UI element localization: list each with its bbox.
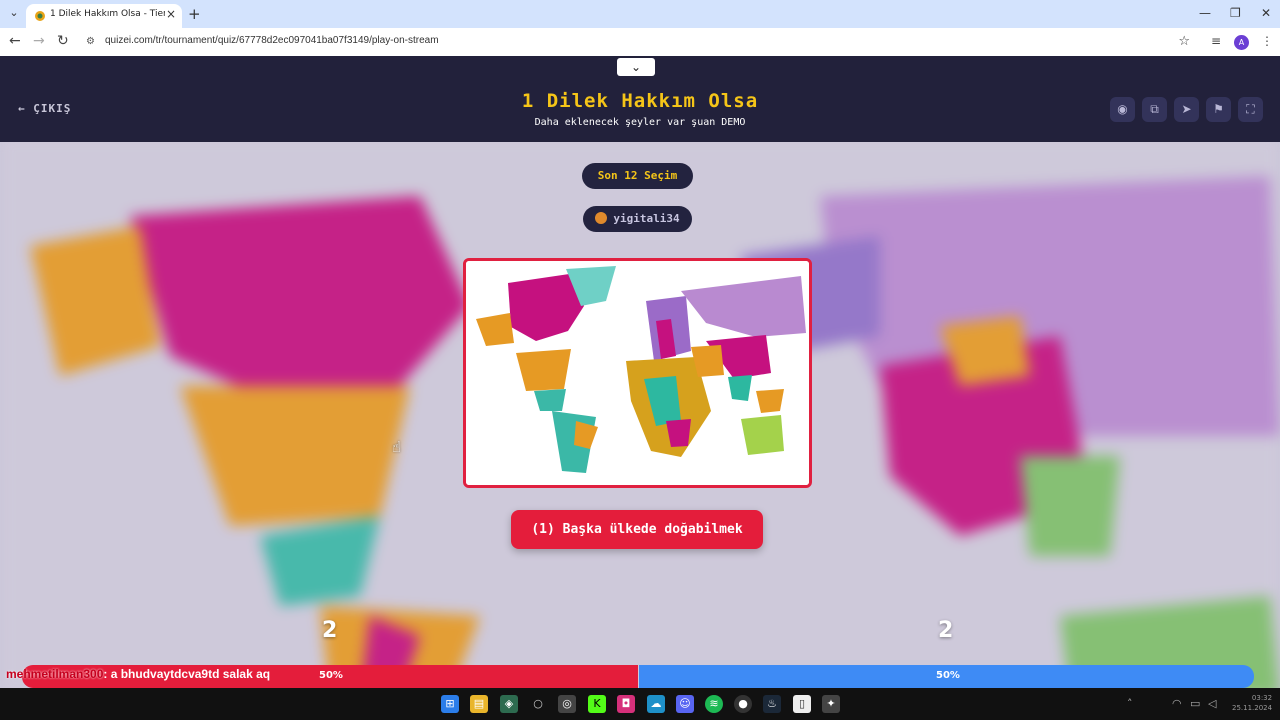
widgets-icon[interactable]: ◈: [500, 695, 518, 713]
search-icon[interactable]: ○: [529, 695, 547, 713]
left-vote-percent: 50%: [319, 670, 343, 681]
left-score: 2: [322, 618, 338, 643]
right-vote-percent: 50%: [936, 670, 960, 681]
browser-toolbar: ← → ↻ ⚙ quizei.com/tr/tournament/quiz/67…: [0, 28, 1280, 56]
round-badge: Son 12 Seçim: [582, 163, 693, 189]
address-bar[interactable]: ⚙ quizei.com/tr/tournament/quiz/67778d2e…: [78, 31, 1200, 53]
quizei-favicon-icon: [35, 11, 45, 21]
exit-label: ÇIKIŞ: [33, 102, 72, 115]
eye-icon[interactable]: ◉: [1110, 97, 1135, 122]
back-icon[interactable]: ←: [9, 34, 21, 48]
fullscreen-icon[interactable]: ⛶: [1238, 97, 1263, 122]
taskbar: ⊞ ▤ ◈ ○ ◎ K ◘ ☁ ☺ ≋ ● ♨ ▯ ✦ ˄ ◠ ▭ ◁: [0, 688, 1280, 720]
quiz-page: ⌄ ← ÇIKIŞ 1 Dilek Hakkım Olsa Daha eklen…: [0, 56, 1280, 688]
collapse-header-button[interactable]: ⌄: [617, 58, 655, 76]
flag-icon[interactable]: ⚑: [1206, 97, 1231, 122]
world-map-image: [466, 261, 809, 485]
arrow-left-icon: ←: [18, 102, 26, 115]
user-badge: yigitali34: [583, 206, 692, 232]
right-score: 2: [938, 618, 954, 643]
obs-icon[interactable]: ●: [734, 695, 752, 713]
tray-chevron-icon[interactable]: ˄: [1127, 697, 1133, 710]
start-icon[interactable]: ⊞: [441, 695, 459, 713]
bookmark-star-icon[interactable]: ☆: [1178, 34, 1190, 49]
clock-date: 25.11.2024: [1232, 704, 1273, 712]
restore-icon[interactable]: ❐: [1230, 6, 1241, 20]
reading-list-icon[interactable]: ≡: [1211, 34, 1221, 48]
minimize-icon[interactable]: —: [1199, 6, 1211, 20]
browser-tab-strip: ⌄ 1 Dilek Hakkım Olsa - Tier List, × + —…: [0, 0, 1280, 28]
user-avatar: [595, 212, 608, 224]
browser-menu-icon[interactable]: ⋮: [1261, 34, 1273, 48]
chat-username: mehmetilman300: [6, 667, 104, 681]
forward-icon[interactable]: →: [33, 34, 45, 48]
file-explorer-icon[interactable]: ▤: [470, 695, 488, 713]
choice-label-button[interactable]: (1) Başka ülkede doğabilmek: [511, 510, 763, 549]
share-icon[interactable]: ⧉: [1142, 97, 1167, 122]
hand-cursor-icon: ☝: [392, 438, 402, 456]
clock-time: 03:32: [1251, 694, 1273, 702]
kick-icon[interactable]: K: [588, 695, 606, 713]
discord-icon[interactable]: ☺: [676, 695, 694, 713]
chat-message: : a bhudvaytdcva9td salak aq: [103, 667, 271, 681]
quiz-header: ⌄ ← ÇIKIŞ 1 Dilek Hakkım Olsa Daha eklen…: [0, 56, 1280, 142]
notepad-icon[interactable]: ▯: [793, 695, 811, 713]
display-icon[interactable]: ▭: [1190, 697, 1200, 710]
browser-tab[interactable]: 1 Dilek Hakkım Olsa - Tier List, ×: [26, 4, 182, 28]
quiz-title: 1 Dilek Hakkım Olsa: [521, 90, 759, 112]
right-vote-bar: 50%: [639, 665, 1254, 688]
exit-button[interactable]: ← ÇIKIŞ: [18, 102, 71, 115]
wifi-icon[interactable]: ◠: [1172, 697, 1182, 710]
tab-title: 1 Dilek Hakkım Olsa - Tier List,: [50, 9, 165, 19]
app-icon[interactable]: ✦: [822, 695, 840, 713]
spotify-icon[interactable]: ≋: [705, 695, 723, 713]
user-name: yigitali34: [613, 212, 680, 225]
profile-avatar[interactable]: A: [1234, 35, 1249, 50]
taskbar-clock[interactable]: 03:32 25.11.2024: [1232, 693, 1272, 713]
choice-image-card[interactable]: [463, 258, 812, 488]
chat-overlay: mehmetilman300: a bhudvaytdcva9td salak …: [6, 667, 270, 681]
instagram-icon[interactable]: ◘: [617, 695, 635, 713]
tab-search-chevron-icon[interactable]: ⌄: [6, 6, 22, 22]
weather-icon[interactable]: ☁: [647, 695, 665, 713]
reload-icon[interactable]: ↻: [57, 34, 69, 48]
tab-close-icon[interactable]: ×: [166, 7, 176, 21]
volume-icon[interactable]: ◁: [1208, 697, 1216, 710]
steam-icon[interactable]: ♨: [763, 695, 781, 713]
site-info-icon[interactable]: ⚙: [86, 36, 95, 47]
chrome-icon[interactable]: ◎: [558, 695, 576, 713]
window-close-icon[interactable]: ✕: [1261, 6, 1271, 20]
quiz-subtitle: Daha eklenecek şeyler var şuan DEMO: [534, 117, 746, 128]
url-text[interactable]: quizei.com/tr/tournament/quiz/67778d2ec0…: [105, 35, 439, 46]
send-icon[interactable]: ➤: [1174, 97, 1199, 122]
new-tab-button[interactable]: +: [188, 5, 201, 23]
